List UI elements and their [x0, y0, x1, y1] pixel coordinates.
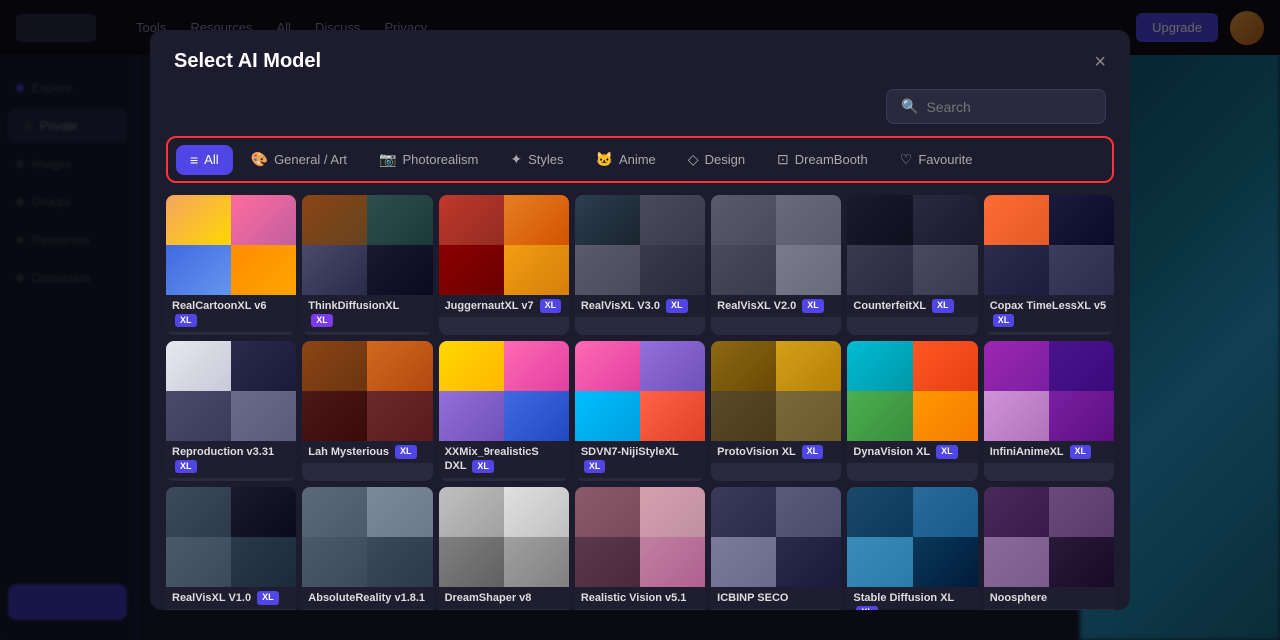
tab-favourite[interactable]: ♡ Favourite	[886, 144, 987, 175]
model-name: RealVisXL V2.0 XL	[717, 299, 835, 313]
tab-favourite-label: Favourite	[918, 152, 972, 167]
model-name: Copax TimeLessXL v5 XL	[990, 299, 1108, 328]
model-card-xxmix[interactable]: XXMix_9realisticS DXL XL	[439, 341, 569, 481]
model-card-thinkdiffusionxl[interactable]: ThinkDiffusionXL XL	[302, 195, 432, 335]
model-badge: XL	[175, 460, 197, 474]
model-card-lah-mysterious[interactable]: Lah Mysterious XL	[302, 341, 432, 481]
model-badge: XL	[395, 445, 417, 459]
styles-icon: ✦	[510, 151, 522, 168]
model-card-realvisxl-v1[interactable]: RealVisXL V1.0 XL	[166, 487, 296, 610]
modal-close-button[interactable]: ×	[1094, 52, 1106, 72]
search-icon: 🔍	[901, 98, 918, 115]
model-grid: RealCartoonXL v6 XL ThinkDiffusionXL XL	[150, 195, 1130, 610]
model-card-icbinp[interactable]: ICBINP SECO	[711, 487, 841, 610]
search-box: 🔍	[886, 89, 1106, 124]
model-card-copax[interactable]: Copax TimeLessXL v5 XL	[984, 195, 1114, 335]
general-icon: 🎨	[251, 151, 268, 168]
search-row: 🔍	[150, 89, 1130, 136]
model-name: JuggernautXL v7 XL	[445, 299, 563, 313]
search-input[interactable]	[926, 99, 1091, 115]
model-card-counterfeitxl[interactable]: CounterfeitXL XL	[847, 195, 977, 335]
model-badge: XL	[1070, 445, 1092, 459]
model-card-reproduction[interactable]: Reproduction v3.31 XL	[166, 341, 296, 481]
model-badge: XL	[802, 299, 824, 313]
model-name: ICBINP SECO	[717, 591, 835, 605]
photorealism-icon: 📷	[379, 151, 396, 168]
model-card-realisticvision[interactable]: Realistic Vision v5.1	[575, 487, 705, 610]
model-name: Stable Diffusion XL XL	[853, 591, 971, 610]
all-icon: ≡	[190, 152, 198, 168]
model-name: ProtoVision XL XL	[717, 445, 835, 459]
tab-styles-label: Styles	[528, 152, 563, 167]
model-name: Realistic Vision v5.1	[581, 591, 699, 605]
anime-icon: 🐱	[596, 151, 613, 168]
model-badge: XL	[175, 314, 197, 328]
model-name: RealVisXL V3.0 XL	[581, 299, 699, 313]
tab-all[interactable]: ≡ All	[176, 145, 233, 175]
modal-overlay: Select AI Model × 🔍 ≡ All 🎨 General / Ar…	[0, 0, 1280, 640]
tab-photorealism[interactable]: 📷 Photorealism	[365, 144, 492, 175]
model-card-sdvn7[interactable]: SDVN7-NijiStyleXL XL	[575, 341, 705, 481]
model-name: DreamShaper v8	[445, 591, 563, 605]
model-card-realcartoonxl[interactable]: RealCartoonXL v6 XL	[166, 195, 296, 335]
model-badge: XL	[311, 314, 333, 328]
model-badge: XL	[472, 460, 494, 474]
tab-general[interactable]: 🎨 General / Art	[237, 144, 361, 175]
tab-general-label: General / Art	[274, 152, 347, 167]
model-badge: XL	[936, 445, 958, 459]
tab-all-label: All	[204, 152, 218, 167]
tab-anime[interactable]: 🐱 Anime	[582, 144, 670, 175]
filter-tabs: ≡ All 🎨 General / Art 📷 Photorealism ✦ S…	[176, 144, 1104, 175]
model-card-infinianime[interactable]: InfiniAnimeXL XL	[984, 341, 1114, 481]
model-badge: XL	[257, 591, 279, 605]
modal-title: Select AI Model	[174, 50, 321, 73]
model-badge: XL	[666, 299, 688, 313]
model-card-dynavision[interactable]: DynaVision XL XL	[847, 341, 977, 481]
model-name: InfiniAnimeXL XL	[990, 445, 1108, 459]
model-card-stable-diffusion[interactable]: Stable Diffusion XL XL	[847, 487, 977, 610]
modal: Select AI Model × 🔍 ≡ All 🎨 General / Ar…	[150, 30, 1130, 610]
model-name: Reproduction v3.31 XL	[172, 445, 290, 474]
model-card-realvisxl-v3[interactable]: RealVisXL V3.0 XL	[575, 195, 705, 335]
modal-header: Select AI Model ×	[150, 30, 1130, 89]
model-name: RealCartoonXL v6 XL	[172, 299, 290, 328]
tab-design[interactable]: ◇ Design	[674, 144, 759, 175]
model-badge: XL	[856, 606, 878, 610]
model-card-dreamshaper[interactable]: DreamShaper v8	[439, 487, 569, 610]
model-card-juggernautxl[interactable]: JuggernautXL v7 XL	[439, 195, 569, 335]
model-badge: XL	[540, 299, 562, 313]
model-badge: XL	[932, 299, 954, 313]
model-badge: XL	[802, 445, 824, 459]
tab-dreambooth[interactable]: ⊡ DreamBooth	[763, 144, 882, 175]
model-name: SDVN7-NijiStyleXL XL	[581, 445, 699, 474]
model-name: Noosphere	[990, 591, 1108, 605]
model-card-absolutereality[interactable]: AbsoluteReality v1.8.1	[302, 487, 432, 610]
filter-tabs-container: ≡ All 🎨 General / Art 📷 Photorealism ✦ S…	[166, 136, 1114, 183]
dreambooth-icon: ⊡	[777, 151, 789, 168]
model-name: DynaVision XL XL	[853, 445, 971, 459]
tab-design-label: Design	[705, 152, 745, 167]
model-name: Lah Mysterious XL	[308, 445, 426, 459]
design-icon: ◇	[688, 151, 699, 168]
model-card-noosphere[interactable]: Noosphere	[984, 487, 1114, 610]
model-name: RealVisXL V1.0 XL	[172, 591, 290, 605]
model-card-protovision[interactable]: ProtoVision XL XL	[711, 341, 841, 481]
model-name: AbsoluteReality v1.8.1	[308, 591, 426, 605]
model-badge: XL	[993, 314, 1015, 328]
tab-photorealism-label: Photorealism	[402, 152, 478, 167]
tab-dreambooth-label: DreamBooth	[795, 152, 868, 167]
model-card-realvisxl-v2[interactable]: RealVisXL V2.0 XL	[711, 195, 841, 335]
model-name: CounterfeitXL XL	[853, 299, 971, 313]
favourite-icon: ♡	[900, 151, 913, 168]
model-badge: XL	[584, 460, 606, 474]
tab-styles[interactable]: ✦ Styles	[496, 144, 577, 175]
tab-anime-label: Anime	[619, 152, 656, 167]
model-name: ThinkDiffusionXL XL	[308, 299, 426, 328]
model-name: XXMix_9realisticS DXL XL	[445, 445, 563, 474]
